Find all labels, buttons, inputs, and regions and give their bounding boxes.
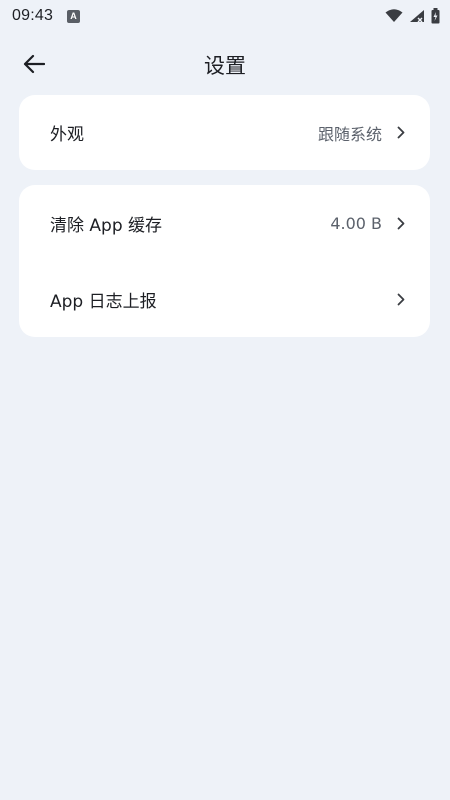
clear-cache-row[interactable]: 清除 App 缓存 4.00 B [19, 185, 430, 261]
page-title: 设置 [204, 54, 246, 78]
status-bar: 09:43 A [0, 0, 450, 32]
clear-cache-label: 清除 App 缓存 [50, 215, 163, 236]
wifi-icon [385, 9, 403, 22]
app-header: 设置 [0, 38, 450, 88]
log-report-row[interactable]: App 日志上报 [19, 261, 430, 337]
appearance-row[interactable]: 外观 跟随系统 [19, 95, 430, 170]
settings-card-app: 清除 App 缓存 4.00 B App 日志上报 [19, 185, 430, 337]
cache-size-value: 4.00 B [330, 213, 382, 233]
notification-app-icon-letter: A [70, 10, 77, 21]
appearance-label: 外观 [50, 125, 84, 145]
status-left: 09:43 A [12, 7, 81, 25]
chevron-right-icon [394, 292, 408, 306]
chevron-right-icon [394, 216, 408, 230]
notification-app-icon: A [67, 9, 81, 23]
signal-icon [410, 10, 424, 23]
status-time: 09:43 [12, 7, 54, 24]
settings-card-appearance: 外观 跟随系统 [19, 95, 430, 170]
battery-icon [431, 8, 440, 24]
appearance-value: 跟随系统 [317, 124, 382, 144]
status-right [385, 8, 440, 24]
log-report-label: App 日志上报 [50, 291, 157, 312]
chevron-right-icon [394, 126, 408, 140]
